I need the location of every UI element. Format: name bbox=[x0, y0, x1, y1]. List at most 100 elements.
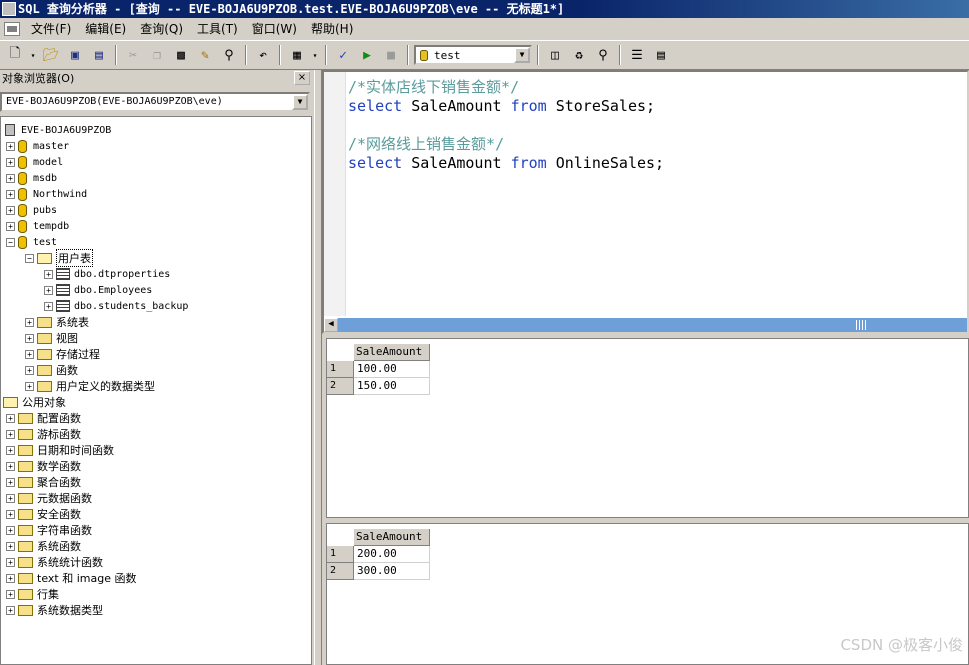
row-header[interactable]: 2 bbox=[327, 378, 354, 395]
collapse-icon[interactable]: − bbox=[25, 253, 34, 263]
tree-node-table[interactable]: + dbo.students_backup bbox=[44, 298, 188, 314]
menu-window[interactable]: 窗口(W) bbox=[245, 19, 304, 39]
tree-node-table[interactable]: + dbo.dtproperties bbox=[44, 266, 170, 282]
table-row[interactable]: 2 300.00 bbox=[327, 563, 430, 580]
row-header[interactable]: 1 bbox=[327, 546, 354, 563]
find-icon[interactable]: ⚲ bbox=[218, 44, 240, 66]
expand-icon[interactable]: + bbox=[6, 157, 15, 167]
expand-icon[interactable]: + bbox=[6, 189, 15, 199]
tree-node-database[interactable]: + Northwind bbox=[6, 186, 87, 202]
tree-node-folder[interactable]: + 系统数据类型 bbox=[6, 602, 103, 618]
expand-icon[interactable]: + bbox=[44, 269, 53, 279]
expand-icon[interactable]: + bbox=[6, 589, 15, 599]
options-icon[interactable]: ☰ bbox=[626, 44, 648, 66]
tree-node-folder[interactable]: + 游标函数 bbox=[6, 426, 81, 442]
code-area[interactable]: /*实体店线下销售金额*/ select SaleAmount from Sto… bbox=[348, 78, 664, 173]
row-header[interactable]: 1 bbox=[327, 361, 354, 378]
expand-icon[interactable]: + bbox=[6, 173, 15, 183]
expand-icon[interactable]: + bbox=[6, 605, 15, 615]
paste-icon[interactable]: ▩ bbox=[170, 44, 192, 66]
tree-node-folder[interactable]: + 系统统计函数 bbox=[6, 554, 103, 570]
tree-node-server[interactable]: EVE-BOJA6U9PZOB bbox=[5, 122, 111, 138]
tree-node-folder[interactable]: + 视图 bbox=[25, 330, 78, 346]
tree-node-folder[interactable]: + 元数据函数 bbox=[6, 490, 92, 506]
expand-icon[interactable]: + bbox=[6, 493, 15, 503]
expand-icon[interactable]: + bbox=[6, 445, 15, 455]
query-search-icon[interactable]: ⚲ bbox=[592, 44, 614, 66]
column-header[interactable]: SaleAmount bbox=[354, 529, 430, 546]
tree-node-folder[interactable]: + 行集 bbox=[6, 586, 59, 602]
tree-node-folder[interactable]: + 安全函数 bbox=[6, 506, 81, 522]
expand-icon[interactable]: + bbox=[25, 317, 34, 327]
object-search-icon[interactable]: ♻ bbox=[568, 44, 590, 66]
expand-icon[interactable]: + bbox=[6, 509, 15, 519]
expand-icon[interactable]: + bbox=[6, 141, 15, 151]
tree-node-database[interactable]: + pubs bbox=[6, 202, 57, 218]
tree-node-folder[interactable]: + 用户定义的数据类型 bbox=[25, 378, 155, 394]
menu-file[interactable]: 文件(F) bbox=[24, 19, 78, 39]
expand-icon[interactable]: + bbox=[6, 541, 15, 551]
document-icon[interactable] bbox=[4, 22, 20, 36]
horizontal-scrollbar[interactable]: ◀ bbox=[324, 318, 967, 332]
expand-icon[interactable]: + bbox=[6, 221, 15, 231]
properties-icon[interactable]: ▤ bbox=[650, 44, 672, 66]
tree-node-database[interactable]: + tempdb bbox=[6, 218, 69, 234]
expand-icon[interactable]: + bbox=[44, 285, 53, 295]
expand-icon[interactable]: + bbox=[6, 429, 15, 439]
query-editor[interactable]: /*实体店线下销售金额*/ select SaleAmount from Sto… bbox=[322, 70, 969, 334]
database-select[interactable]: test ▼ bbox=[414, 45, 532, 65]
chevron-down-icon[interactable]: ▼ bbox=[514, 47, 530, 63]
save-icon[interactable]: ▣ bbox=[64, 44, 86, 66]
table-row[interactable]: 2 150.00 bbox=[327, 378, 430, 395]
tree-node-database-test[interactable]: − test bbox=[6, 234, 57, 250]
tree-node-folder[interactable]: + 日期和时间函数 bbox=[6, 442, 114, 458]
tree-node-folder[interactable]: + text 和 image 函数 bbox=[6, 570, 136, 586]
tree-node-user-tables[interactable]: − 用户表 bbox=[25, 249, 93, 267]
tree-node-database[interactable]: + msdb bbox=[6, 170, 57, 186]
expand-icon[interactable]: + bbox=[6, 573, 15, 583]
tree-node-folder[interactable]: + 系统函数 bbox=[6, 538, 81, 554]
cut-icon[interactable]: ✂ bbox=[122, 44, 144, 66]
pane-splitter[interactable] bbox=[314, 70, 322, 665]
expand-icon[interactable]: + bbox=[44, 301, 53, 311]
tree-node-common-objects[interactable]: 公用对象 bbox=[3, 394, 66, 410]
server-combo[interactable]: EVE-BOJA6U9PZOB(EVE-BOJA6U9PZOB\eve) ▼ bbox=[0, 92, 310, 112]
parse-icon[interactable]: ✓ bbox=[332, 44, 354, 66]
grid-cell[interactable]: 150.00 bbox=[354, 378, 430, 395]
stop-icon[interactable]: ■ bbox=[380, 44, 402, 66]
open-icon[interactable]: 📂︎ bbox=[40, 44, 62, 66]
tree-node-folder[interactable]: + 函数 bbox=[25, 362, 78, 378]
column-header[interactable]: SaleAmount bbox=[354, 344, 430, 361]
tree-node-folder[interactable]: + 数学函数 bbox=[6, 458, 81, 474]
collapse-icon[interactable]: − bbox=[6, 237, 15, 247]
tree-node-folder[interactable]: + 字符串函数 bbox=[6, 522, 92, 538]
expand-icon[interactable]: + bbox=[6, 413, 15, 423]
results-grid[interactable]: SaleAmount 1 100.00 2 150.00 bbox=[326, 338, 969, 518]
tree-node-folder[interactable]: + 聚合函数 bbox=[6, 474, 81, 490]
grid-icon[interactable]: ▦ bbox=[286, 44, 308, 66]
chevron-down-icon[interactable]: ▼ bbox=[292, 94, 308, 110]
expand-icon[interactable]: + bbox=[25, 381, 34, 391]
expand-icon[interactable]: + bbox=[6, 205, 15, 215]
expand-icon[interactable]: + bbox=[6, 461, 15, 471]
row-header[interactable]: 2 bbox=[327, 563, 354, 580]
grid-cell[interactable]: 300.00 bbox=[354, 563, 430, 580]
expand-icon[interactable]: + bbox=[6, 557, 15, 567]
expand-icon[interactable]: + bbox=[25, 365, 34, 375]
tree-node-folder[interactable]: + 存储过程 bbox=[25, 346, 100, 362]
tree-node-database[interactable]: + model bbox=[6, 154, 63, 170]
scroll-left-icon[interactable]: ◀ bbox=[324, 318, 338, 332]
tree-node-table[interactable]: + dbo.Employees bbox=[44, 282, 152, 298]
tree-node-database[interactable]: + master bbox=[6, 138, 69, 154]
table-row[interactable]: 1 100.00 bbox=[327, 361, 430, 378]
expand-icon[interactable]: + bbox=[6, 477, 15, 487]
undo-icon[interactable]: ↶ bbox=[252, 44, 274, 66]
object-tree[interactable]: EVE-BOJA6U9PZOB + master + model + msdb … bbox=[0, 116, 312, 665]
clear-icon[interactable]: ✎ bbox=[194, 44, 216, 66]
menu-query[interactable]: 查询(Q) bbox=[133, 19, 190, 39]
new-query-icon[interactable]: 🗋 bbox=[4, 44, 26, 66]
grid-cell[interactable]: 200.00 bbox=[354, 546, 430, 563]
expand-icon[interactable]: + bbox=[25, 333, 34, 343]
menu-tools[interactable]: 工具(T) bbox=[190, 19, 245, 39]
table-row[interactable]: 1 200.00 bbox=[327, 546, 430, 563]
